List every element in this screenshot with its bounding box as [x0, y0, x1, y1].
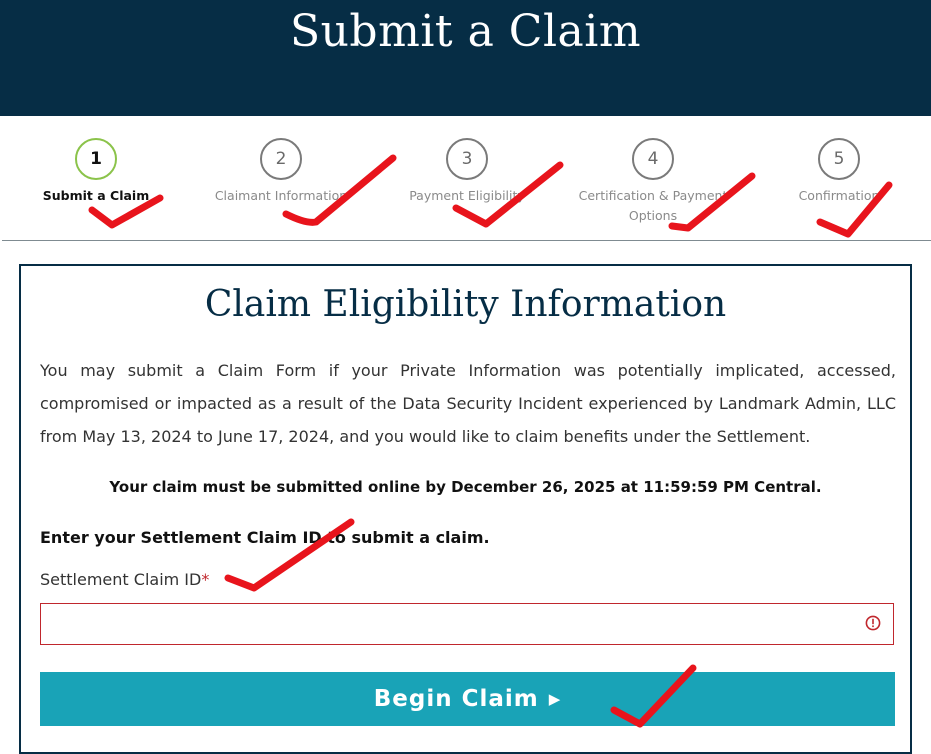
claim-eligibility-card: Claim Eligibility Information You may su…: [19, 264, 912, 754]
progress-stepper: 1 Submit a Claim 2 Claimant Information …: [0, 116, 931, 241]
step-number: 1: [75, 138, 117, 180]
step-label: Submit a Claim: [42, 188, 150, 203]
step-1[interactable]: 1 Submit a Claim: [6, 138, 186, 206]
step-number: 5: [818, 138, 860, 180]
begin-claim-label: Begin Claim: [373, 686, 539, 712]
claim-id-input[interactable]: [49, 605, 853, 645]
step-number: 4: [632, 138, 674, 180]
step-2[interactable]: 2 Claimant Information: [191, 138, 371, 206]
step-5[interactable]: 5 Confirmation: [749, 138, 929, 206]
step-label: Confirmation: [798, 188, 880, 203]
step-label: Claimant Information: [214, 188, 348, 203]
claim-id-field[interactable]: [40, 603, 894, 645]
step-number: 3: [446, 138, 488, 180]
deadline-notice: Your claim must be submitted online by D…: [109, 478, 822, 496]
step-3[interactable]: 3 Payment Eligibility: [377, 138, 557, 206]
eligibility-description: You may submit a Claim Form if your Priv…: [40, 361, 896, 446]
claim-id-label-text: Settlement Claim ID: [40, 570, 202, 589]
begin-claim-button[interactable]: Begin Claim ▶: [40, 672, 895, 726]
error-icon: [865, 615, 881, 631]
stepper-divider: [2, 240, 931, 241]
step-label: Payment Eligibility: [409, 188, 525, 203]
step-4[interactable]: 4 Certification & Payment Options: [563, 138, 743, 226]
page-title: Submit a Claim: [289, 6, 642, 57]
step-number: 2: [260, 138, 302, 180]
step-label: Certification & Payment Options: [578, 188, 728, 223]
required-marker: *: [201, 570, 210, 589]
card-title: Claim Eligibility Information: [204, 284, 727, 325]
claim-id-label: Settlement Claim ID*: [40, 570, 209, 589]
caret-right-icon: ▶: [548, 690, 562, 708]
claim-id-prompt: Enter your Settlement Claim ID to submit…: [40, 528, 490, 547]
page-header: Submit a Claim: [0, 0, 931, 116]
